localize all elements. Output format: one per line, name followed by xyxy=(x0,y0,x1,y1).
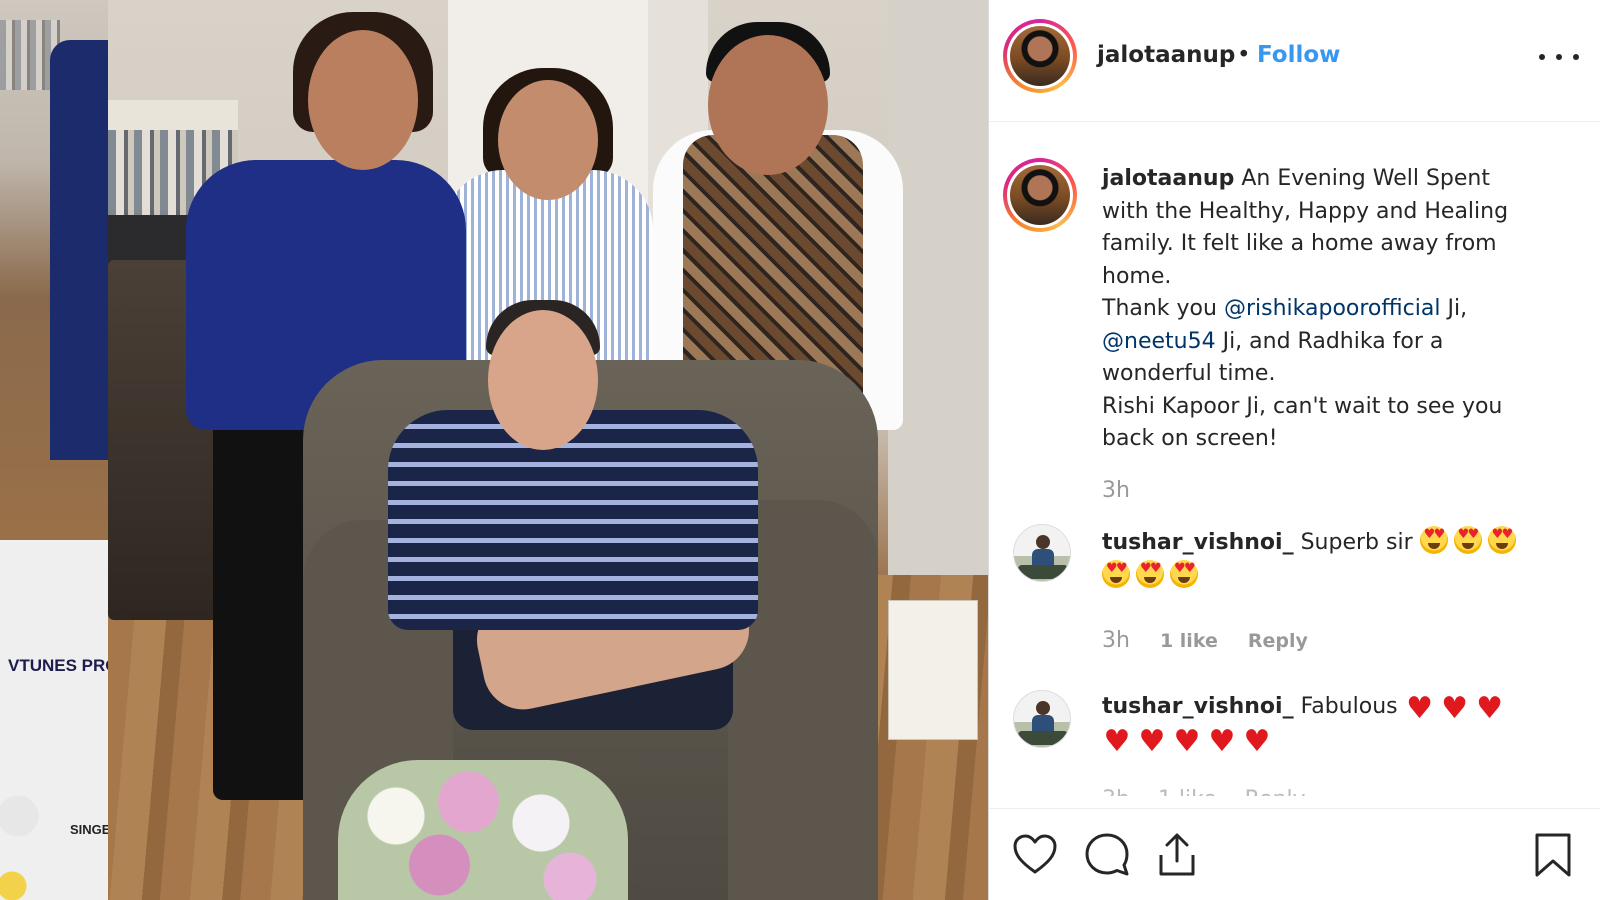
share-icon[interactable] xyxy=(1153,831,1201,879)
post-photo[interactable] xyxy=(108,0,988,900)
flower-bouquet xyxy=(338,760,628,900)
comment-username[interactable]: tushar_vishnoi_ xyxy=(1102,694,1294,719)
heart-eyes-emoji-icon xyxy=(1170,559,1198,588)
red-heart-emoji-icon: ♥ xyxy=(1103,723,1131,759)
commenter-avatar[interactable] xyxy=(1013,690,1071,748)
red-heart-emoji-icon: ♥ xyxy=(1476,691,1504,726)
heart-eyes-emoji-icon xyxy=(1453,526,1482,554)
person-face xyxy=(308,30,418,170)
person-face xyxy=(488,310,598,450)
avatar-image xyxy=(1010,26,1070,86)
caption-wish: Rishi Kapoor Ji, can't wait to see you b… xyxy=(1102,393,1503,452)
heart-eyes-emoji-icon xyxy=(1487,526,1516,554)
action-bar xyxy=(989,808,1600,900)
caption-avatar[interactable] xyxy=(1003,158,1077,232)
comment-meta-cutoff: 3h 1 like Reply xyxy=(1102,782,1306,796)
background-person xyxy=(50,40,108,460)
cardboard-box xyxy=(888,600,978,740)
caption-timestamp[interactable]: 3h xyxy=(1102,478,1130,503)
mention-link[interactable]: @rishikapoorofficial xyxy=(1224,296,1441,321)
comment-icon[interactable] xyxy=(1083,831,1131,879)
red-heart-emoji-icon: ♥ xyxy=(1138,723,1166,759)
author-username[interactable]: jalotaanup xyxy=(1097,42,1235,68)
post-panel: jalotaanup • Follow jalotaanup An Evenin… xyxy=(988,0,1600,900)
red-heart-emoji-icon: ♥ xyxy=(1406,691,1434,726)
previous-post-strip[interactable]: VTUNES PRO SINGE xyxy=(0,0,108,900)
comment-text: tushar_vishnoi_ Fabulous ♥ ♥ ♥♥ ♥ ♥ ♥ ♥ xyxy=(1102,691,1532,759)
author-avatar[interactable] xyxy=(1003,19,1077,93)
poster-title: VTUNES PRO xyxy=(8,656,108,675)
reply-button[interactable]: Reply xyxy=(1248,630,1308,652)
comments-list[interactable]: jalotaanup An Evening Well Spent with th… xyxy=(989,122,1600,808)
poster-subtitle: SINGE xyxy=(70,822,108,837)
heart-eyes-emoji-icon xyxy=(1419,526,1448,554)
comment-likes[interactable]: 1 like xyxy=(1160,630,1218,652)
caption-thanks: Thank you xyxy=(1102,296,1217,321)
heart-icon[interactable] xyxy=(1011,831,1059,879)
comment-text: tushar_vishnoi_ Superb sir xyxy=(1102,526,1532,593)
person-striped-polo xyxy=(388,410,758,630)
mention-link[interactable]: @neetu54 xyxy=(1102,329,1216,354)
comment-username[interactable]: tushar_vishnoi_ xyxy=(1102,530,1294,555)
comment-timestamp[interactable]: 3h xyxy=(1102,628,1130,653)
comment-body: Superb sir xyxy=(1300,530,1413,555)
bookmark-icon[interactable] xyxy=(1529,831,1577,879)
follow-button[interactable]: Follow xyxy=(1257,42,1340,68)
wall xyxy=(888,0,988,620)
comment-timestamp[interactable]: 3h xyxy=(1102,787,1130,796)
caption-text: jalotaanup An Evening Well Spent with th… xyxy=(1102,163,1532,456)
poster-splash xyxy=(0,760,60,900)
red-heart-emoji-icon: ♥ xyxy=(1441,691,1469,726)
reply-button[interactable]: Reply xyxy=(1245,787,1306,796)
red-heart-emoji-icon: ♥ xyxy=(1208,723,1236,759)
heart-eyes-emoji-icon xyxy=(1136,559,1164,588)
post-header: jalotaanup • Follow xyxy=(989,0,1600,122)
heart-eyes-emoji-icon xyxy=(1102,559,1130,588)
avatar-image xyxy=(1010,165,1070,225)
person-face xyxy=(708,35,828,175)
caption-ji: Ji, xyxy=(1447,296,1468,321)
commenter-avatar[interactable] xyxy=(1013,524,1071,582)
separator-dot: • xyxy=(1237,42,1251,68)
red-heart-emoji-icon: ♥ xyxy=(1173,723,1201,759)
comment-body: Fabulous xyxy=(1300,694,1398,719)
comment-meta: 3h 1 like Reply xyxy=(1102,628,1308,653)
more-options-icon[interactable] xyxy=(1539,42,1579,72)
red-heart-emoji-icon: ♥ xyxy=(1243,723,1271,759)
caption-username[interactable]: jalotaanup xyxy=(1102,166,1234,191)
person-face xyxy=(498,80,598,200)
comment-likes[interactable]: 1 like xyxy=(1158,787,1217,796)
